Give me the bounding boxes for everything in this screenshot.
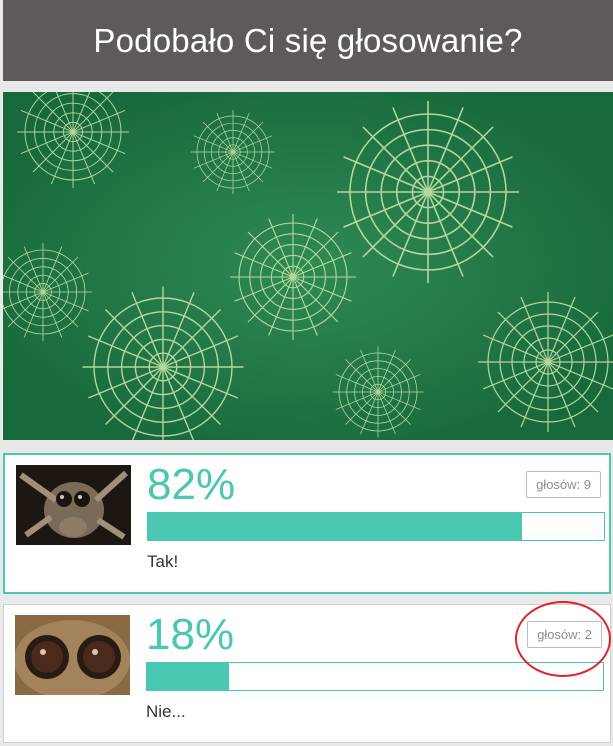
spider-photo-icon [16, 465, 131, 545]
yes-progress-bar [147, 512, 605, 541]
spider-eyes-photo-icon [15, 615, 130, 695]
page-title-text: Podobało Ci się głosowanie? [93, 21, 523, 59]
no-answer-label: Nie... [146, 702, 186, 721]
yes-answer-label: Tak! [147, 552, 179, 571]
yes-progress-fill [148, 513, 522, 540]
spiderweb-image [3, 92, 613, 440]
no-progress-bar [146, 662, 604, 691]
page-title: Podobało Ci się głosowanie? [3, 0, 613, 81]
yes-percentage: 82% [147, 460, 236, 509]
no-progress-fill [147, 663, 230, 690]
poll-option-yes[interactable]: 82% głosów: 9 Tak! [3, 453, 611, 594]
poll-option-no[interactable]: 18% głosów: 2 Nie... [3, 604, 611, 743]
no-percentage: 18% [146, 610, 235, 659]
yes-vote-count: głosów: 9 [526, 471, 601, 498]
no-vote-count: głosów: 2 [527, 621, 602, 648]
